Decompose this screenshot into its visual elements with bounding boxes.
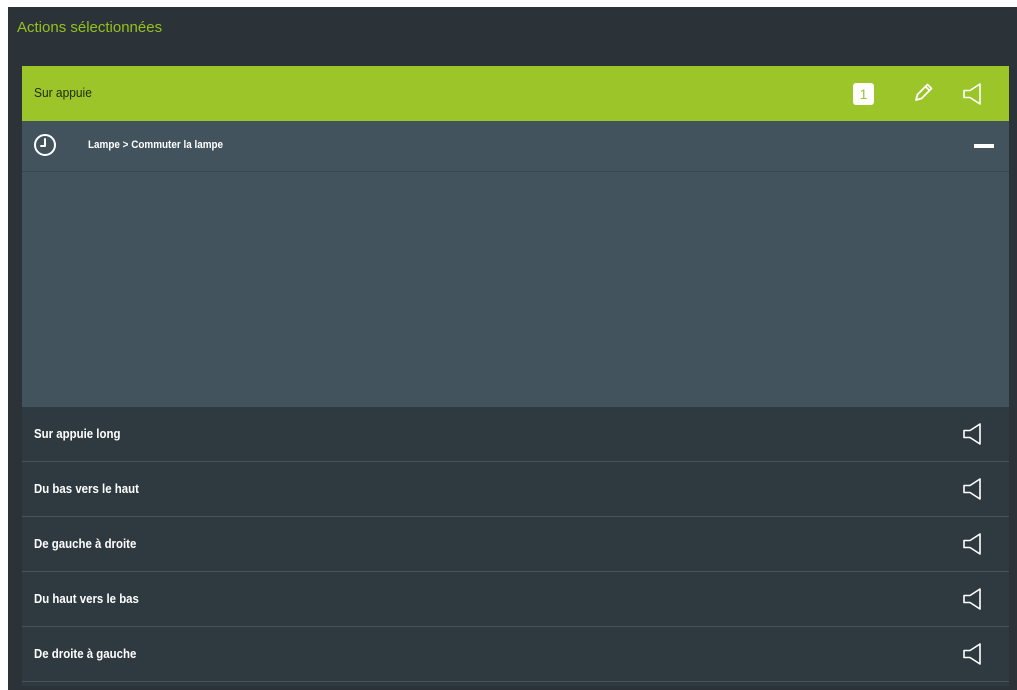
trigger-label: Sur appuie — [34, 85, 92, 100]
speaker-icon[interactable] — [962, 532, 984, 556]
trigger-header-active[interactable]: Sur appuie 1 — [22, 66, 1009, 121]
action-label: Lampe > Commuter la lampe — [88, 139, 224, 151]
speaker-icon[interactable] — [962, 642, 984, 666]
actions-panel-frame: Actions sélectionnées Sur appuie 1 Lampe… — [8, 7, 1017, 690]
trigger-list: Sur appuie 1 Lampe > Commuter la lampe S… — [22, 66, 1009, 686]
panel-title: Actions sélectionnées — [17, 19, 163, 36]
clock-icon — [33, 133, 57, 157]
trigger-row-swipe-up[interactable]: Du bas vers le haut — [22, 462, 1009, 517]
trigger-row-swipe-left[interactable]: De droite à gauche — [22, 627, 1009, 682]
pencil-icon[interactable] — [909, 79, 937, 107]
trigger-label: Sur appuie long — [34, 426, 121, 441]
trigger-label: De droite à gauche — [34, 646, 137, 661]
trigger-actions-body: Lampe > Commuter la lampe — [22, 121, 1009, 407]
trigger-label: Du haut vers le bas — [34, 591, 139, 606]
trigger-label: De gauche à droite — [34, 536, 137, 551]
speaker-icon[interactable] — [962, 587, 984, 611]
action-count-badge: 1 — [853, 83, 874, 105]
speaker-icon[interactable] — [962, 82, 984, 106]
action-item[interactable]: Lampe > Commuter la lampe — [22, 121, 1009, 172]
trigger-label: Du bas vers le haut — [34, 481, 139, 496]
trigger-row-swipe-right[interactable]: De gauche à droite — [22, 517, 1009, 572]
trigger-row-long-press[interactable]: Sur appuie long — [22, 407, 1009, 462]
speaker-icon[interactable] — [962, 422, 984, 446]
minus-icon[interactable] — [974, 141, 994, 151]
speaker-icon[interactable] — [962, 477, 984, 501]
trigger-row-swipe-down[interactable]: Du haut vers le bas — [22, 572, 1009, 627]
